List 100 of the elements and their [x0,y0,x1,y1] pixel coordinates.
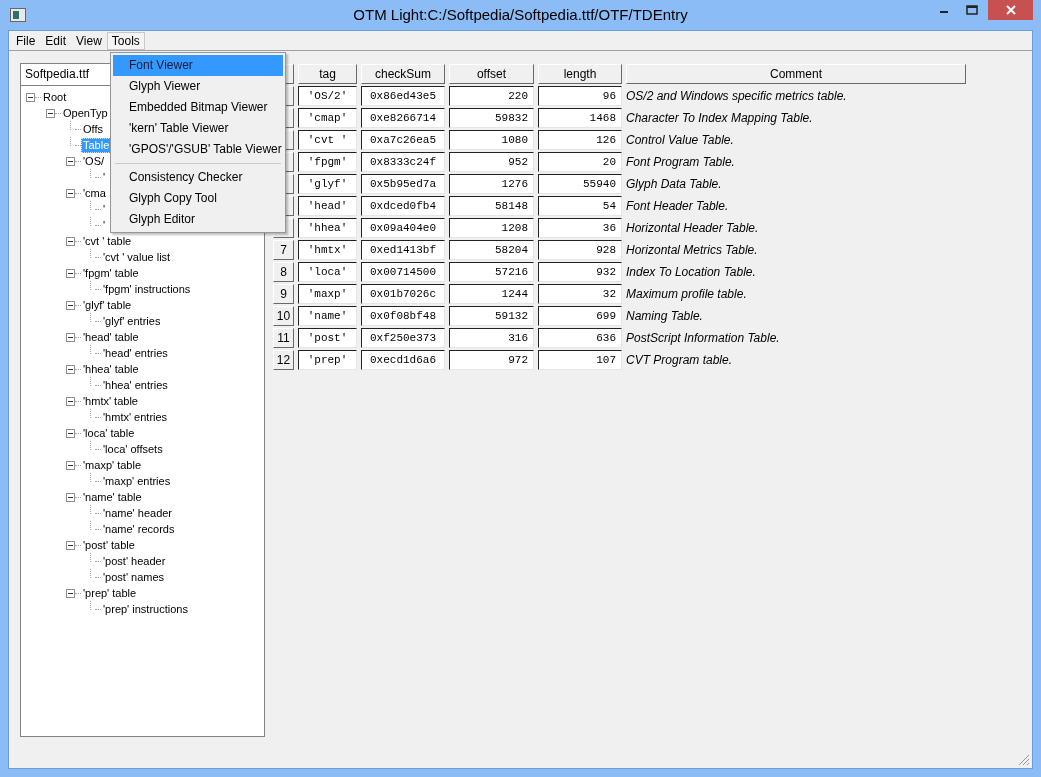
tree-item[interactable]: 'name' header [101,505,175,521]
tree-item[interactable]: 'post' header [101,553,168,569]
table-cell: 0xecd1d6a6 [361,350,445,370]
tree-item[interactable]: 'fpgm' table [81,265,141,281]
menu-option[interactable]: Glyph Copy Tool [113,188,283,209]
table-cell: Glyph Data Table. [626,177,722,191]
collapse-icon[interactable] [66,236,75,246]
table-cell: PostScript Information Table. [626,331,780,345]
tree-item[interactable]: Offs [81,121,105,137]
menu-item[interactable]: View [71,31,107,50]
menu-item[interactable]: Tools [106,31,145,50]
tree-item[interactable]: 'hhea' entries [101,377,170,393]
table-cell: 58148 [449,196,534,216]
row-number[interactable]: 9 [273,284,294,304]
tree-item[interactable]: ' [101,217,108,233]
table-cell: 0x86ed43e5 [361,86,445,106]
menu-item[interactable]: File [11,31,41,50]
row-number[interactable]: 8 [273,262,294,282]
tree-item[interactable]: 'hhea' table [81,361,141,377]
tree-item[interactable]: 'loca' offsets [101,441,165,457]
tree-item[interactable]: ' [101,201,108,217]
tree-item[interactable]: 'hmtx' entries [101,409,170,425]
tree-item[interactable]: 'post' names [101,569,167,585]
collapse-icon[interactable] [26,92,35,102]
table-cell: 0x09a404e0 [361,218,445,238]
tree-item[interactable]: 'cvt ' table [81,233,134,249]
collapse-icon[interactable] [46,108,55,118]
table-cell: 0xed1413bf [361,240,445,260]
table-cell: 1080 [449,130,534,150]
table-cell: Font Header Table. [626,199,729,213]
table-cell: 'name' [298,306,357,326]
menu-option[interactable]: 'GPOS'/'GSUB' Table Viewer [113,139,283,160]
row-number[interactable]: 12 [273,350,294,370]
collapse-icon[interactable] [66,300,75,310]
table-cell: 20 [538,152,622,172]
tree-item[interactable]: 'maxp' entries [101,473,173,489]
collapse-icon[interactable] [66,588,75,598]
table-cell: CVT Program table. [626,353,733,367]
row-number[interactable]: 7 [273,240,294,260]
collapse-icon[interactable] [66,460,75,470]
table-cell: 636 [538,328,622,348]
tree-item[interactable]: Root [41,89,69,105]
table-cell: 0x00714500 [361,262,445,282]
column-header[interactable]: length [538,64,622,84]
tree-item[interactable]: 'loca' table [81,425,137,441]
tree-item[interactable]: 'head' table [81,329,141,345]
column-header[interactable]: offset [449,64,534,84]
table-cell: 1208 [449,218,534,238]
collapse-icon[interactable] [66,540,75,550]
tree-item[interactable]: 'prep' table [81,585,139,601]
table-cell: 0xf250e373 [361,328,445,348]
resize-grip-icon[interactable] [1018,754,1030,766]
tree-item[interactable]: 'OS/ [81,153,107,169]
collapse-icon[interactable] [66,396,75,406]
menu-option[interactable]: Glyph Editor [113,209,283,230]
collapse-icon[interactable] [66,188,75,198]
table-cell: Character To Index Mapping Table. [626,111,813,125]
collapse-icon[interactable] [66,156,75,166]
collapse-icon[interactable] [66,492,75,502]
table-cell: 'fpgm' [298,152,357,172]
tree-item[interactable]: 'hmtx' table [81,393,140,409]
menu-option[interactable]: Consistency Checker [113,167,283,188]
collapse-icon[interactable] [66,332,75,342]
table-cell: 'hhea' [298,218,357,238]
collapse-icon[interactable] [66,428,75,438]
menu-item[interactable]: Edit [40,31,72,50]
collapse-icon[interactable] [66,268,75,278]
tree-item[interactable]: 'name' records [101,521,177,537]
tree-item[interactable]: 'maxp' table [81,457,143,473]
tree-item[interactable]: 'glyf' entries [101,313,163,329]
tree-item[interactable]: 'prep' instructions [101,601,190,617]
tree-item[interactable]: 'post' table [81,537,137,553]
table-cell: 1244 [449,284,534,304]
menu-option[interactable]: Embedded Bitmap Viewer [113,97,283,118]
table-cell: 1468 [538,108,622,128]
table-cell: 'prep' [298,350,357,370]
row-number[interactable]: 10 [273,306,294,326]
table-cell: 'cvt ' [298,130,357,150]
table-cell: 'post' [298,328,357,348]
close-button[interactable] [988,0,1033,20]
tree-item[interactable]: 'name' table [81,489,144,505]
table-cell: 0xe8266714 [361,108,445,128]
tree-item[interactable]: 'glyf' table [81,297,134,313]
menu-option[interactable]: Font Viewer [113,55,283,76]
column-header[interactable]: tag [298,64,357,84]
tree-item[interactable]: 'fpgm' instructions [101,281,193,297]
tree-item[interactable]: 'head' entries [101,345,170,361]
row-number[interactable]: 11 [273,328,294,348]
tree-item[interactable]: 'cvt ' value list [101,249,173,265]
column-header[interactable]: checkSum [361,64,445,84]
table-cell: 0x0f08bf48 [361,306,445,326]
collapse-icon[interactable] [66,364,75,374]
table-cell: 220 [449,86,534,106]
tree-item[interactable]: ' [101,169,108,185]
table-cell: 36 [538,218,622,238]
menu-option[interactable]: Glyph Viewer [113,76,283,97]
tree-item[interactable]: 'cma [81,185,108,201]
column-header[interactable]: Comment [626,64,966,84]
tree-item[interactable]: OpenTyp [61,105,110,121]
menu-option[interactable]: 'kern' Table Viewer [113,118,283,139]
